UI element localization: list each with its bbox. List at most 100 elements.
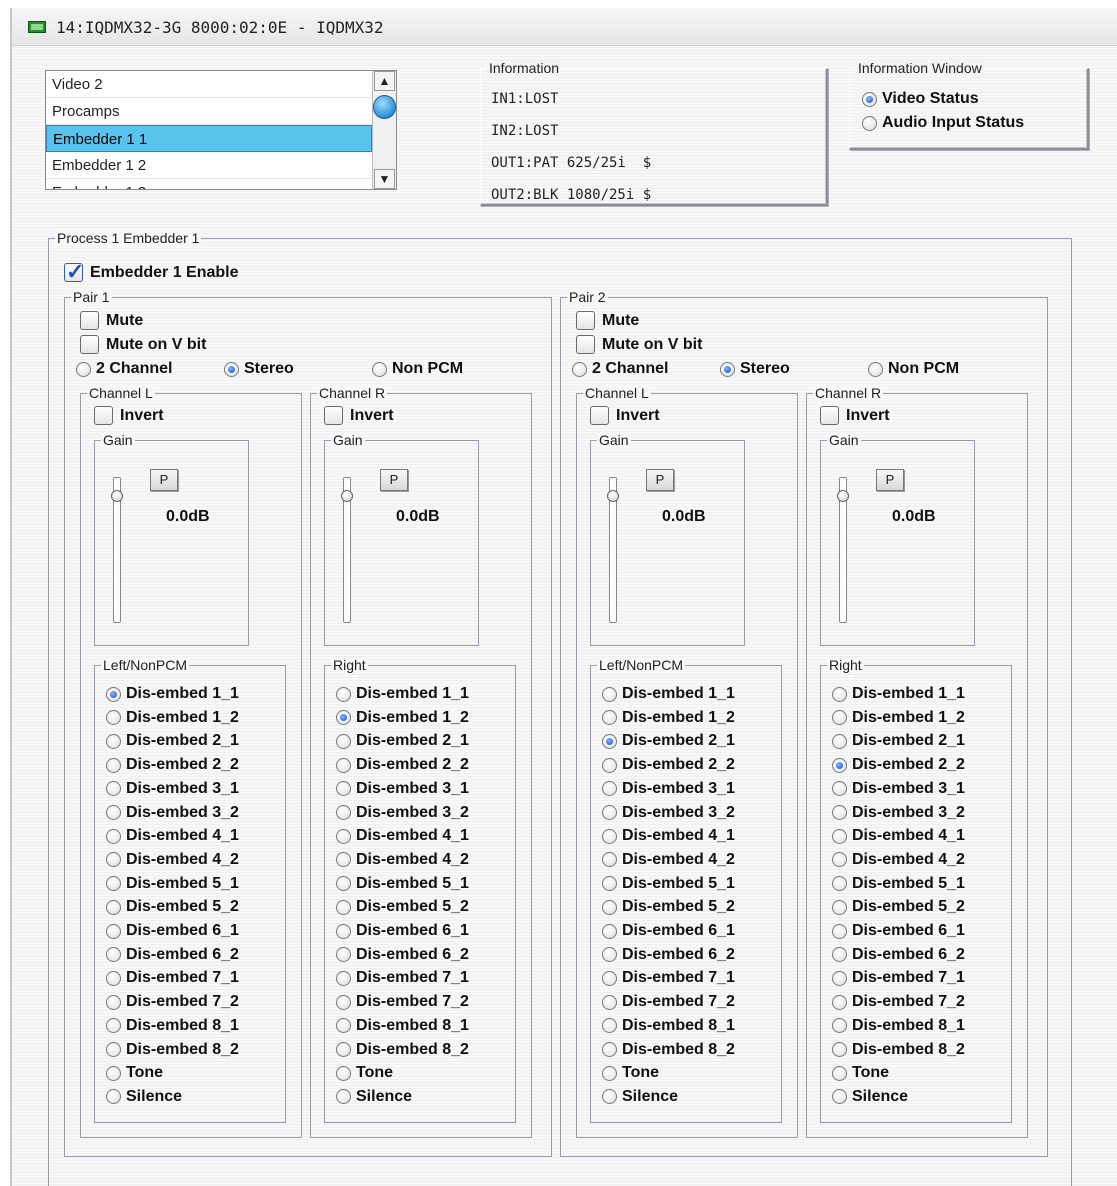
radio-indicator[interactable] <box>602 947 617 963</box>
source-radio[interactable]: Dis-embed 5_2 <box>602 898 735 916</box>
radio-indicator[interactable] <box>336 970 351 986</box>
radio-indicator[interactable] <box>832 923 847 939</box>
source-radio[interactable]: Dis-embed 2_1 <box>602 732 735 750</box>
radio-indicator[interactable] <box>106 994 121 1010</box>
source-radio[interactable]: Dis-embed 8_1 <box>106 1017 239 1035</box>
source-radio[interactable]: Dis-embed 6_2 <box>106 946 239 964</box>
radio-indicator[interactable] <box>832 852 847 868</box>
pair-2-mode-radio[interactable]: Non PCM <box>868 360 959 378</box>
checkbox-indicator[interactable] <box>590 406 609 425</box>
source-radio[interactable]: Dis-embed 6_2 <box>602 946 735 964</box>
radio-indicator[interactable] <box>336 1089 351 1105</box>
radio-indicator[interactable] <box>336 757 351 773</box>
radio-indicator[interactable] <box>106 1018 121 1034</box>
radio-indicator[interactable] <box>336 947 351 963</box>
radio-indicator[interactable] <box>832 1065 847 1081</box>
checkbox-indicator[interactable] <box>94 406 113 425</box>
checkbox-indicator[interactable] <box>80 311 99 330</box>
source-radio[interactable]: Dis-embed 3_1 <box>602 780 735 798</box>
source-radio[interactable]: Dis-embed 3_2 <box>106 804 239 822</box>
radio-indicator[interactable] <box>602 686 617 702</box>
source-radio[interactable]: Dis-embed 2_1 <box>832 732 965 750</box>
source-radio[interactable]: Dis-embed 3_2 <box>602 804 735 822</box>
gain-slider-knob[interactable] <box>837 490 849 502</box>
source-radio[interactable]: Dis-embed 4_2 <box>832 851 965 869</box>
radio-indicator[interactable] <box>602 828 617 844</box>
source-radio[interactable]: Dis-embed 8_2 <box>106 1041 239 1059</box>
list-item[interactable]: Embedder 1 3 <box>46 179 372 189</box>
radio-indicator[interactable] <box>832 947 847 963</box>
invert-checkbox[interactable]: Invert <box>94 406 164 425</box>
radio-indicator[interactable] <box>336 1065 351 1081</box>
radio-indicator[interactable] <box>602 781 617 797</box>
source-radio[interactable]: Dis-embed 4_1 <box>832 827 965 845</box>
radio-indicator[interactable] <box>336 899 351 915</box>
radio-indicator[interactable] <box>106 970 121 986</box>
menu-listbox[interactable]: Video 2 Procamps Embedder 1 1 Embedder 1… <box>45 70 397 190</box>
source-radio[interactable]: Dis-embed 6_1 <box>336 922 469 940</box>
source-radio[interactable]: Dis-embed 8_1 <box>832 1017 965 1035</box>
preset-button[interactable]: P <box>150 469 178 491</box>
audio-input-status-radio[interactable]: Audio Input Status <box>862 114 1024 132</box>
radio-indicator[interactable] <box>832 1042 847 1057</box>
gain-slider-knob[interactable] <box>341 490 353 502</box>
radio-indicator[interactable] <box>602 994 617 1010</box>
source-radio[interactable]: Tone <box>832 1064 889 1082</box>
radio-indicator[interactable] <box>106 947 121 963</box>
preset-button[interactable]: P <box>646 469 674 491</box>
radio-indicator[interactable] <box>106 852 121 868</box>
checkbox-indicator[interactable] <box>64 259 84 285</box>
source-radio[interactable]: Dis-embed 2_2 <box>832 756 965 774</box>
radio-indicator[interactable] <box>832 828 847 844</box>
checkbox-indicator[interactable] <box>576 335 595 354</box>
radio-indicator[interactable] <box>106 686 121 702</box>
scroll-up-icon[interactable]: ▲ <box>374 71 395 91</box>
source-radio[interactable]: Dis-embed 8_2 <box>602 1041 735 1059</box>
source-radio[interactable]: Dis-embed 4_1 <box>336 827 469 845</box>
pair-2-mute-v-bit-checkbox[interactable]: Mute on V bit <box>576 335 702 354</box>
source-radio[interactable]: Dis-embed 4_2 <box>106 851 239 869</box>
source-radio[interactable]: Dis-embed 8_2 <box>832 1041 965 1059</box>
pair-1-mode-radio[interactable]: Non PCM <box>372 360 463 378</box>
radio-indicator[interactable] <box>862 91 877 107</box>
source-radio[interactable]: Dis-embed 1_2 <box>106 709 239 727</box>
preset-button[interactable]: P <box>380 469 408 491</box>
source-radio[interactable]: Dis-embed 8_1 <box>336 1017 469 1035</box>
radio-indicator[interactable] <box>106 1042 121 1057</box>
pair-1-mute-v-bit-checkbox[interactable]: Mute on V bit <box>80 335 206 354</box>
radio-indicator[interactable] <box>602 852 617 868</box>
source-radio[interactable]: Dis-embed 2_2 <box>106 756 239 774</box>
radio-indicator[interactable] <box>832 757 847 773</box>
checkbox-indicator[interactable] <box>576 311 595 330</box>
radio-indicator[interactable] <box>602 1089 617 1105</box>
scroll-down-icon[interactable]: ▼ <box>374 169 395 189</box>
source-radio[interactable]: Dis-embed 1_1 <box>602 685 735 703</box>
radio-indicator[interactable] <box>106 1065 121 1081</box>
source-radio[interactable]: Dis-embed 3_2 <box>832 804 965 822</box>
source-radio[interactable]: Dis-embed 7_1 <box>336 969 469 987</box>
source-radio[interactable]: Dis-embed 2_1 <box>106 732 239 750</box>
pair-1-mode-radio[interactable]: 2 Channel <box>76 360 172 378</box>
radio-indicator[interactable] <box>868 361 883 377</box>
radio-indicator[interactable] <box>602 970 617 986</box>
radio-indicator[interactable] <box>106 899 121 915</box>
radio-indicator[interactable] <box>106 781 121 797</box>
source-radio[interactable]: Dis-embed 7_1 <box>832 969 965 987</box>
source-radio[interactable]: Dis-embed 1_1 <box>106 685 239 703</box>
list-item[interactable]: Embedder 1 2 <box>46 152 372 179</box>
radio-indicator[interactable] <box>336 1018 351 1034</box>
radio-indicator[interactable] <box>224 361 239 377</box>
pair-1-mute-checkbox[interactable]: Mute <box>80 311 143 330</box>
checkbox-indicator[interactable] <box>324 406 343 425</box>
radio-indicator[interactable] <box>106 876 121 892</box>
source-radio[interactable]: Dis-embed 2_1 <box>336 732 469 750</box>
source-radio[interactable]: Dis-embed 6_2 <box>832 946 965 964</box>
radio-indicator[interactable] <box>602 805 617 820</box>
source-radio[interactable]: Dis-embed 5_2 <box>336 898 469 916</box>
gain-slider-knob[interactable] <box>607 490 619 502</box>
source-radio[interactable]: Dis-embed 7_2 <box>336 993 469 1011</box>
radio-indicator[interactable] <box>832 686 847 702</box>
source-radio[interactable]: Dis-embed 3_2 <box>336 804 469 822</box>
source-radio[interactable]: Dis-embed 4_2 <box>336 851 469 869</box>
radio-indicator[interactable] <box>106 733 121 749</box>
